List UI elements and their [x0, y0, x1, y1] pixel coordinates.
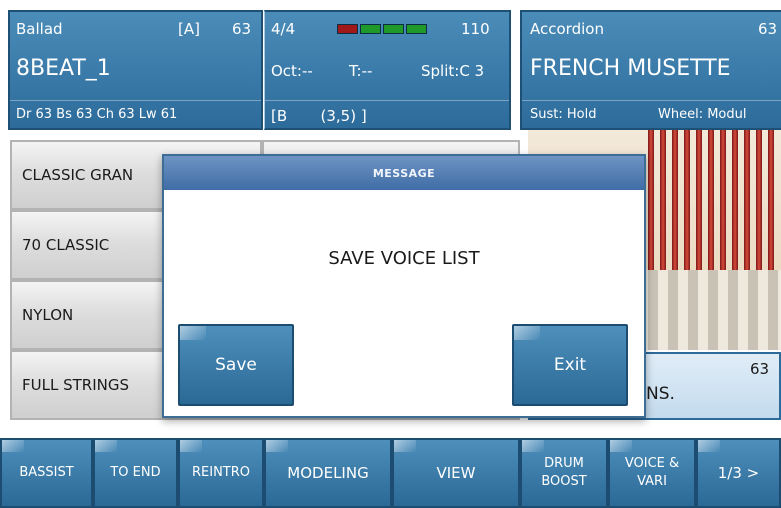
divider: [10, 100, 261, 101]
voice-vari-button[interactable]: VOICE & VARI: [608, 438, 696, 508]
voice-label: 70 CLASSIC: [22, 236, 110, 254]
exit-button[interactable]: Exit: [512, 324, 628, 406]
octave-value: Oct:--: [271, 62, 313, 80]
dialog-title: MESSAGE: [164, 156, 644, 190]
bassist-button[interactable]: BASSIST: [0, 438, 93, 508]
view-button[interactable]: VIEW: [392, 438, 520, 508]
divider: [265, 100, 509, 101]
sustain-status: Sust: Hold: [530, 107, 597, 122]
next-page-button[interactable]: 1/3 >: [696, 438, 781, 508]
beat-led-2: [360, 24, 381, 34]
to-end-button[interactable]: TO END: [93, 438, 178, 508]
beat-led-1: [337, 24, 358, 34]
transpose-value: T:--: [349, 62, 373, 80]
voice-name: FRENCH MUSETTE: [530, 56, 731, 81]
style-volumes: Dr 63 Bs 63 Ch 63 Lw 61: [16, 107, 178, 122]
voice-category: Accordion: [530, 20, 604, 38]
bottom-toolbar: BASSIST TO END REINTRO MODELING VIEW DRU…: [0, 438, 781, 508]
voice-label: NYLON: [22, 306, 74, 324]
dialog-message: SAVE VOICE LIST: [328, 248, 480, 269]
info-text: NS.: [646, 384, 675, 404]
style-panel[interactable]: Ballad [A] 63 8BEAT_1 Dr 63 Bs 63 Ch 63 …: [8, 10, 263, 130]
save-button-label: Save: [215, 355, 257, 375]
style-name: Ballad: [16, 20, 63, 38]
tempo-value: 110: [461, 20, 490, 38]
style-number: 63: [232, 20, 252, 38]
performance-panel[interactable]: 4/4 110 Oct:-- T:-- Split:C 3 [B (3,5) ]: [264, 10, 511, 130]
voice-label: FULL STRINGS: [22, 376, 129, 394]
exit-button-label: Exit: [553, 355, 587, 375]
status-header: Ballad [A] 63 8BEAT_1 Dr 63 Bs 63 Ch 63 …: [0, 0, 781, 130]
style-title: 8BEAT_1: [16, 56, 111, 81]
message-dialog: MESSAGE SAVE VOICE LIST Save Exit: [162, 154, 646, 418]
reintro-button[interactable]: REINTRO: [178, 438, 264, 508]
divider: [522, 100, 781, 101]
button-label: 1/3 >: [717, 463, 760, 482]
button-label: TO END: [110, 465, 161, 481]
button-label: VIEW: [436, 463, 476, 482]
beat-meter: [337, 24, 427, 34]
button-label: BASSIST: [19, 465, 74, 481]
button-label: DRUM BOOST: [541, 456, 587, 489]
voice-label: CLASSIC GRAN: [22, 166, 134, 184]
chord-display: [B (3,5) ]: [271, 107, 367, 125]
button-label: VOICE & VARI: [624, 456, 680, 489]
voice-number: 63: [758, 20, 778, 38]
save-button[interactable]: Save: [178, 324, 294, 406]
info-number: 63: [750, 360, 770, 378]
time-signature: 4/4: [271, 20, 296, 38]
drum-boost-button[interactable]: DRUM BOOST: [520, 438, 608, 508]
modeling-button[interactable]: MODELING: [264, 438, 392, 508]
style-variation: [A]: [178, 20, 200, 38]
button-label: REINTRO: [191, 465, 250, 481]
beat-led-3: [383, 24, 404, 34]
wheel-status: Wheel: Modul: [658, 107, 747, 122]
split-value: Split:C 3: [421, 62, 485, 80]
button-label: MODELING: [287, 463, 369, 482]
voice-panel[interactable]: Accordion 63 FRENCH MUSETTE Sust: Hold W…: [520, 10, 781, 130]
beat-led-4: [406, 24, 427, 34]
